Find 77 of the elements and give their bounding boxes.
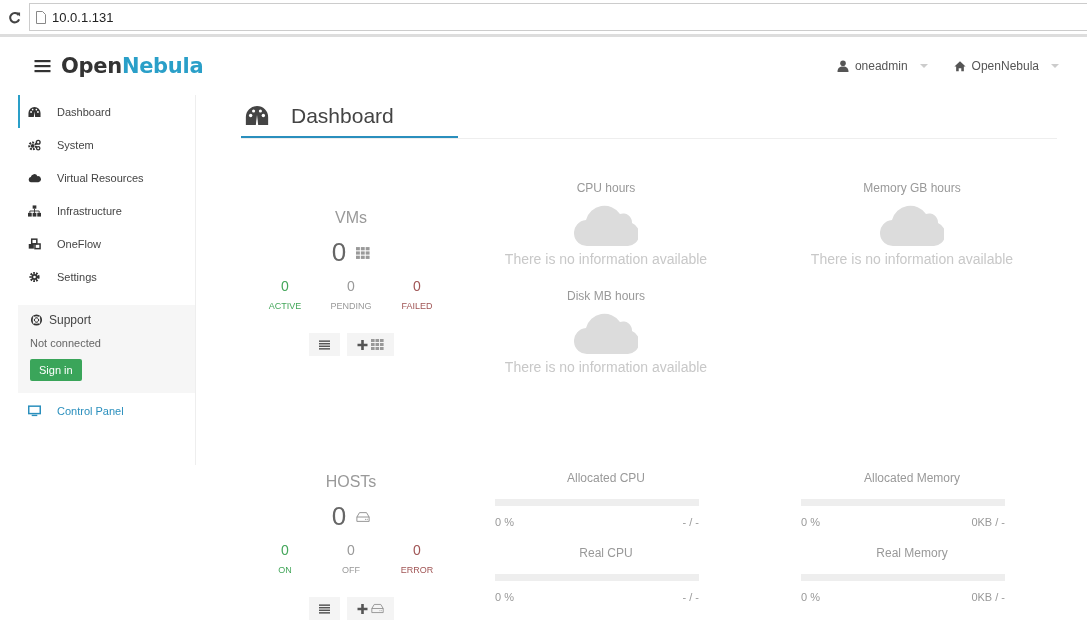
logo-text: OpenNebula [61, 54, 204, 78]
lifebuoy-icon [30, 314, 43, 326]
reload-icon[interactable] [8, 10, 21, 24]
zone-menu[interactable]: OpenNebula [953, 59, 1059, 73]
cloud-icon [574, 311, 638, 355]
sidebar-item[interactable]: OneFlow [18, 227, 195, 260]
caret-icon [919, 63, 928, 69]
plus-icon [356, 339, 368, 350]
stat-value: 0 [413, 542, 421, 558]
grid-icon [356, 246, 371, 259]
stat-value: 0 [281, 542, 289, 558]
section-title: VMs [335, 209, 367, 227]
sidebar-item[interactable]: Infrastructure [18, 194, 195, 227]
sidebar-item[interactable]: Virtual Resources [18, 161, 195, 194]
stat-label: OFF [342, 565, 360, 575]
plus-icon [356, 603, 368, 614]
list-icon [318, 339, 330, 350]
percent-text: 0 % [495, 591, 514, 603]
control-panel-link[interactable]: Control Panel [28, 405, 195, 417]
stat-label: ACTIVE [268, 301, 302, 311]
total-count: 0 [331, 501, 347, 532]
connection-status: Not connected [30, 337, 101, 349]
chart-title: Disk MB hours [567, 289, 645, 303]
stat-value: 0 [347, 278, 355, 294]
list-icon [318, 603, 330, 614]
menu-icon[interactable] [34, 59, 51, 73]
sidebar-item[interactable]: Dashboard [18, 95, 195, 128]
percent-text: 0 % [801, 591, 820, 603]
create-button[interactable] [346, 597, 394, 620]
stat-label: ERROR [400, 565, 434, 575]
stat-value: 0 [281, 278, 289, 294]
stat-label: FAILED [401, 301, 433, 311]
hard-drive-icon [356, 510, 371, 523]
user-menu[interactable]: oneadmin [836, 59, 928, 73]
dashboard-icon [245, 105, 269, 126]
percent-text: 0 % [801, 516, 820, 528]
cloud-icon [880, 203, 944, 247]
address-bar[interactable]: 10.0.1.131 [29, 3, 1087, 31]
dashboard-icon [28, 105, 41, 118]
create-button[interactable] [346, 333, 394, 356]
meter-title: Real CPU [579, 546, 633, 560]
stat-value: 0 [413, 278, 421, 294]
list-view-button[interactable] [308, 333, 340, 356]
meter-title: Allocated CPU [566, 471, 645, 485]
stat-label: ON [278, 565, 292, 575]
stat-value: 0 [347, 542, 355, 558]
section-title: HOSTs [325, 473, 377, 491]
cloud-icon [28, 171, 41, 184]
cloud-icon [574, 203, 638, 247]
grid-icon [370, 339, 384, 350]
usage-text: - / - [682, 516, 699, 528]
page-title: Dashboard [291, 103, 394, 128]
hard-drive-icon [370, 603, 384, 614]
support-title: Support [49, 313, 92, 327]
chart-title: Memory GB hours [863, 181, 961, 195]
cubes-icon [28, 237, 41, 250]
usage-text: 0KB / - [971, 591, 1005, 603]
usage-text: - / - [682, 591, 699, 603]
meter-title: Allocated Memory [863, 471, 960, 485]
gears-icon [28, 138, 41, 151]
page-icon [36, 10, 46, 24]
url-text: 10.0.1.131 [52, 9, 114, 25]
caret-icon [1051, 63, 1059, 69]
monitor-icon [28, 405, 41, 417]
percent-text: 0 % [495, 516, 514, 528]
total-count: 0 [331, 237, 347, 268]
list-view-button[interactable] [308, 597, 340, 620]
settings-icon [28, 270, 41, 283]
sitemap-icon [28, 204, 41, 217]
user-icon [836, 60, 849, 72]
chart-title: CPU hours [576, 181, 636, 195]
sidebar-item[interactable]: System [18, 128, 195, 161]
usage-text: 0KB / - [971, 516, 1005, 528]
stat-label: PENDING [330, 301, 372, 311]
sidebar-item[interactable]: Settings [18, 260, 195, 293]
meter-title: Real Memory [876, 546, 948, 560]
home-icon [953, 60, 966, 72]
